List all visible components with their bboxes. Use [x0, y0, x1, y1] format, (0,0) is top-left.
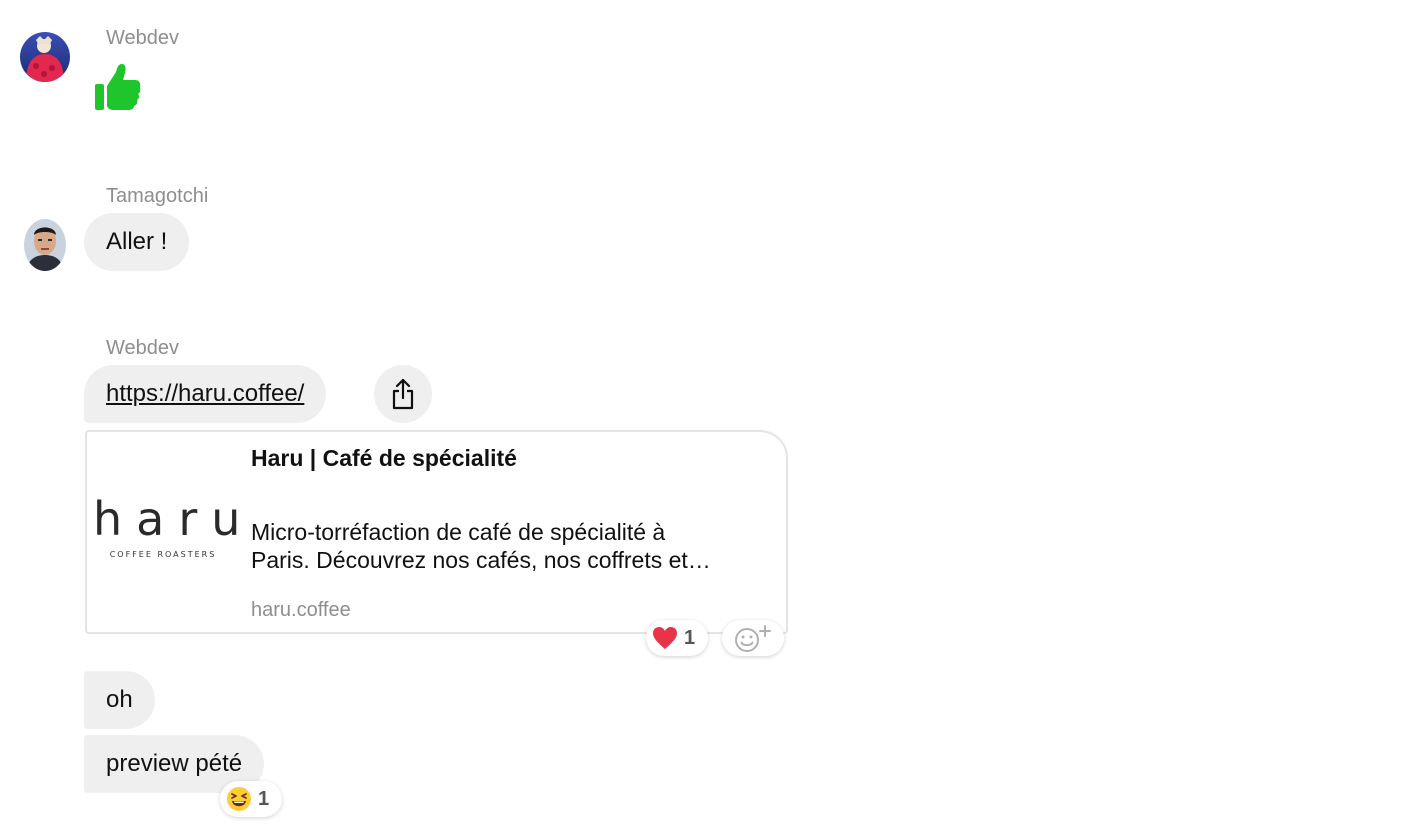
- message-text: oh: [106, 686, 133, 713]
- preview-title: Haru | Café de spécialité: [251, 445, 517, 471]
- haru-logo: haru COFFEE ROASTERS: [93, 492, 255, 574]
- preview-description-line: Micro-torréfaction de café de spécialité…: [251, 519, 666, 545]
- reaction-laugh[interactable]: 1: [220, 781, 282, 817]
- thumbs-up-icon: [94, 62, 142, 112]
- logo-wordmark: haru: [93, 492, 255, 546]
- chat-thread: Webdev Tamagotchi Aller ! Webdev https:/…: [0, 0, 1408, 826]
- reaction-count: 1: [258, 787, 270, 810]
- add-reaction-icon: [733, 623, 773, 653]
- message-text: preview pété: [106, 750, 243, 777]
- logo-subtitle: COFFEE ROASTERS: [109, 550, 217, 559]
- share-icon: [391, 378, 415, 410]
- reaction-count: 1: [684, 626, 696, 649]
- avatar-tamagotchi[interactable]: [24, 219, 66, 271]
- heart-icon: [652, 626, 678, 650]
- link-bubble[interactable]: https://haru.coffee/: [84, 365, 327, 423]
- sender-name: Webdev: [106, 337, 180, 359]
- message-link[interactable]: https://haru.coffee/: [106, 380, 304, 408]
- message-text: Aller !: [106, 228, 168, 255]
- avatar-webdev[interactable]: [20, 32, 70, 82]
- message-bubble[interactable]: Aller !: [84, 213, 190, 271]
- sender-name: Tamagotchi: [106, 185, 209, 207]
- preview-description: Micro-torréfaction de café de spécialité…: [251, 518, 776, 574]
- grinning-squinting-face-icon: [226, 786, 252, 812]
- message-bubble[interactable]: oh: [84, 671, 155, 729]
- reaction-heart[interactable]: 1: [646, 620, 708, 656]
- add-reaction-button[interactable]: [722, 620, 784, 656]
- link-preview-card[interactable]: haru COFFEE ROASTERS Haru | Café de spéc…: [85, 430, 788, 634]
- preview-domain: haru.coffee: [251, 599, 351, 621]
- preview-description-line: Paris. Découvrez nos cafés, nos coffrets…: [251, 547, 711, 573]
- share-button[interactable]: [374, 365, 432, 423]
- sender-name: Webdev: [106, 27, 180, 49]
